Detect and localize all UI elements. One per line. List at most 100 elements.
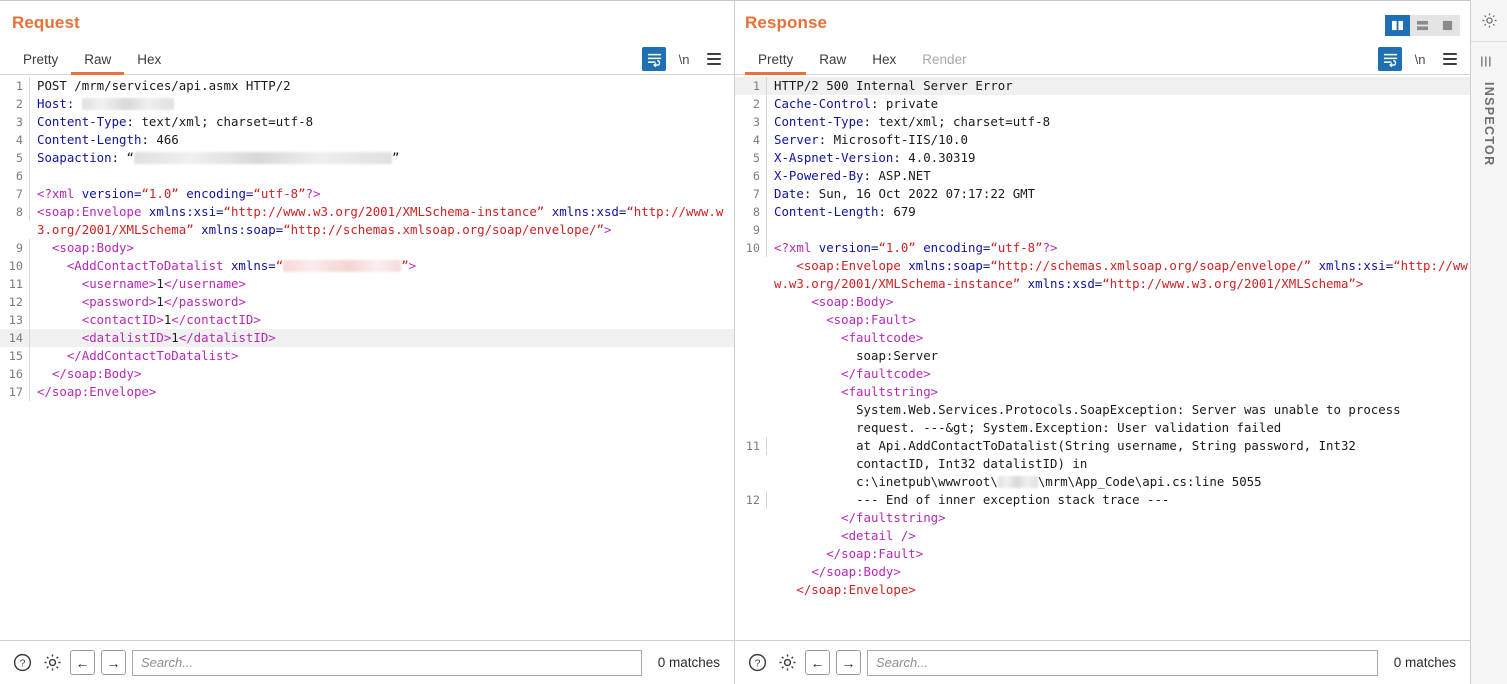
code-token: “1.0” (878, 240, 916, 255)
line-text: <?xml version=“1.0” encoding=“utf-8”?> (767, 239, 1470, 257)
request-word-wrap-button[interactable] (642, 47, 666, 71)
line-text: </AddContactToDatalist> (30, 347, 734, 365)
code-token: xmlns:soap= (193, 222, 284, 237)
response-search-next-button[interactable]: → (836, 650, 861, 675)
code-line: <detail /> (735, 527, 1470, 545)
line-text: <faultcode> (767, 329, 1470, 347)
code-line: 4 Server: Microsoft-IIS/10.0 (735, 131, 1470, 149)
response-tab-hex[interactable]: Hex (859, 52, 909, 76)
code-token: : private (870, 96, 939, 111)
line-number: 9 (0, 239, 30, 257)
response-help-icon[interactable]: ? (745, 651, 769, 675)
response-code-area[interactable]: 1 HTTP/2 500 Internal Server Error 2 Cache-… (735, 75, 1470, 640)
code-token: xmlns:soap= (900, 258, 991, 273)
code-line: 17 </soap:Envelope> (0, 383, 734, 401)
code-token: <username> (37, 276, 157, 291)
code-token: encoding= (915, 240, 991, 255)
line-text: --- End of inner exception stack trace -… (767, 491, 1470, 509)
code-line: 7 <?xml version=“1.0” encoding=“utf-8”?> (0, 185, 734, 203)
request-settings-gear-icon[interactable] (40, 651, 64, 675)
code-token: <?xml (37, 186, 75, 201)
code-token: 1 (156, 294, 164, 309)
line-text: <AddContactToDatalist xmlns=“ ”> (30, 257, 734, 275)
code-line: </faultcode> (735, 365, 1470, 383)
code-token: “utf-8” (253, 186, 306, 201)
request-help-icon[interactable]: ? (10, 651, 34, 675)
response-code-lines: 1 HTTP/2 500 Internal Server Error 2 Cache-… (735, 75, 1470, 599)
response-word-wrap-button[interactable] (1378, 47, 1402, 71)
request-search-prev-button[interactable]: ← (70, 650, 95, 675)
line-number: 6 (0, 167, 30, 185)
line-text: System.Web.Services.Protocols.SoapExcept… (767, 401, 1470, 419)
code-token: xmlns= (223, 258, 276, 273)
line-text: Content-Length: 679 (767, 203, 1470, 221)
line-text (767, 221, 1470, 239)
code-token: </soap:Body> (37, 366, 142, 381)
code-token: <soap:Fault> (774, 312, 916, 327)
code-line: 6 (0, 167, 734, 185)
inspector-toggle[interactable]: INSPECTOR (1481, 54, 1497, 166)
svg-text:?: ? (754, 659, 760, 670)
line-number: 4 (0, 131, 30, 149)
single-pane-layout-button[interactable] (1435, 15, 1460, 36)
code-token: </username> (163, 276, 246, 291)
line-text: soap:Server (767, 347, 1470, 365)
code-token: Content-Length (37, 132, 142, 147)
side-by-side-layout-button[interactable] (1385, 15, 1410, 36)
rail-gear-icon[interactable] (1471, 0, 1507, 42)
code-token: : 4.0.30319 (893, 150, 976, 165)
code-token: Date (774, 186, 804, 201)
code-token: : text/xml; charset=utf-8 (126, 114, 314, 129)
line-number: 8 (0, 203, 30, 221)
code-line: 15 </AddContactToDatalist> (0, 347, 734, 365)
request-newline-button[interactable]: \n (672, 47, 696, 71)
code-token: “utf-8” (990, 240, 1043, 255)
response-search-prev-button[interactable]: ← (805, 650, 830, 675)
response-tabs-row: Pretty Raw Hex Render \n (735, 45, 1470, 75)
line-text: Content-Type: text/xml; charset=utf-8 (767, 113, 1470, 131)
line-number: 2 (0, 95, 30, 113)
request-tab-raw[interactable]: Raw (71, 52, 125, 75)
request-menu-icon[interactable] (702, 47, 726, 71)
code-token: > (1355, 276, 1364, 291)
response-match-count: 0 matches (1393, 655, 1456, 670)
response-tab-pretty[interactable]: Pretty (745, 52, 807, 75)
code-token: </contactID> (171, 312, 261, 327)
code-line: 10 <?xml version=“1.0” encoding=“utf-8”?> (735, 239, 1470, 257)
response-tab-raw[interactable]: Raw (806, 52, 859, 76)
line-number: 3 (0, 113, 30, 131)
response-menu-icon[interactable] (1438, 47, 1462, 71)
line-text: Content-Length: 466 (30, 131, 734, 149)
line-text: <password>1</password> (30, 293, 734, 311)
response-search-input[interactable] (867, 649, 1378, 676)
code-token: > (603, 222, 612, 237)
response-newline-button[interactable]: \n (1408, 47, 1432, 71)
response-settings-gear-icon[interactable] (775, 651, 799, 675)
code-line: 11 at Api.AddContactToDatalist(String us… (735, 437, 1470, 455)
code-line: c:\inetpub\wwwroot\ \mrm\App_Code\api.cs:… (735, 473, 1470, 491)
stacked-layout-button[interactable] (1410, 15, 1435, 36)
code-token: Soapaction (37, 150, 112, 165)
code-token: 1 (171, 330, 179, 345)
request-code-area[interactable]: 1 POST /mrm/services/api.asmx HTTP/2 2 Host… (0, 75, 734, 640)
code-token: xmlns:xsd= (1020, 276, 1103, 291)
line-text: </faultcode> (767, 365, 1470, 383)
code-token: Content-Type (37, 114, 127, 129)
request-tab-pretty[interactable]: Pretty (10, 52, 71, 76)
line-text: POST /mrm/services/api.asmx HTTP/2 (30, 77, 734, 95)
line-number: 7 (735, 185, 767, 203)
code-token: xmlns:xsi= (141, 204, 224, 219)
code-token: <soap:Body> (37, 240, 134, 255)
code-token: </faultstring> (774, 510, 946, 525)
request-tab-hex[interactable]: Hex (124, 52, 174, 76)
code-token: “ (275, 258, 284, 273)
code-token: POST /mrm/services/api.asmx HTTP/2 (37, 78, 291, 93)
request-search-input[interactable] (132, 649, 642, 676)
code-token: “http://www.w3.org/2001/XMLSchema-instan… (223, 204, 545, 219)
line-text: Server: Microsoft-IIS/10.0 (767, 131, 1470, 149)
code-token: <contactID> (37, 312, 164, 327)
request-search-next-button[interactable]: → (101, 650, 126, 675)
code-line: <faultcode> (735, 329, 1470, 347)
